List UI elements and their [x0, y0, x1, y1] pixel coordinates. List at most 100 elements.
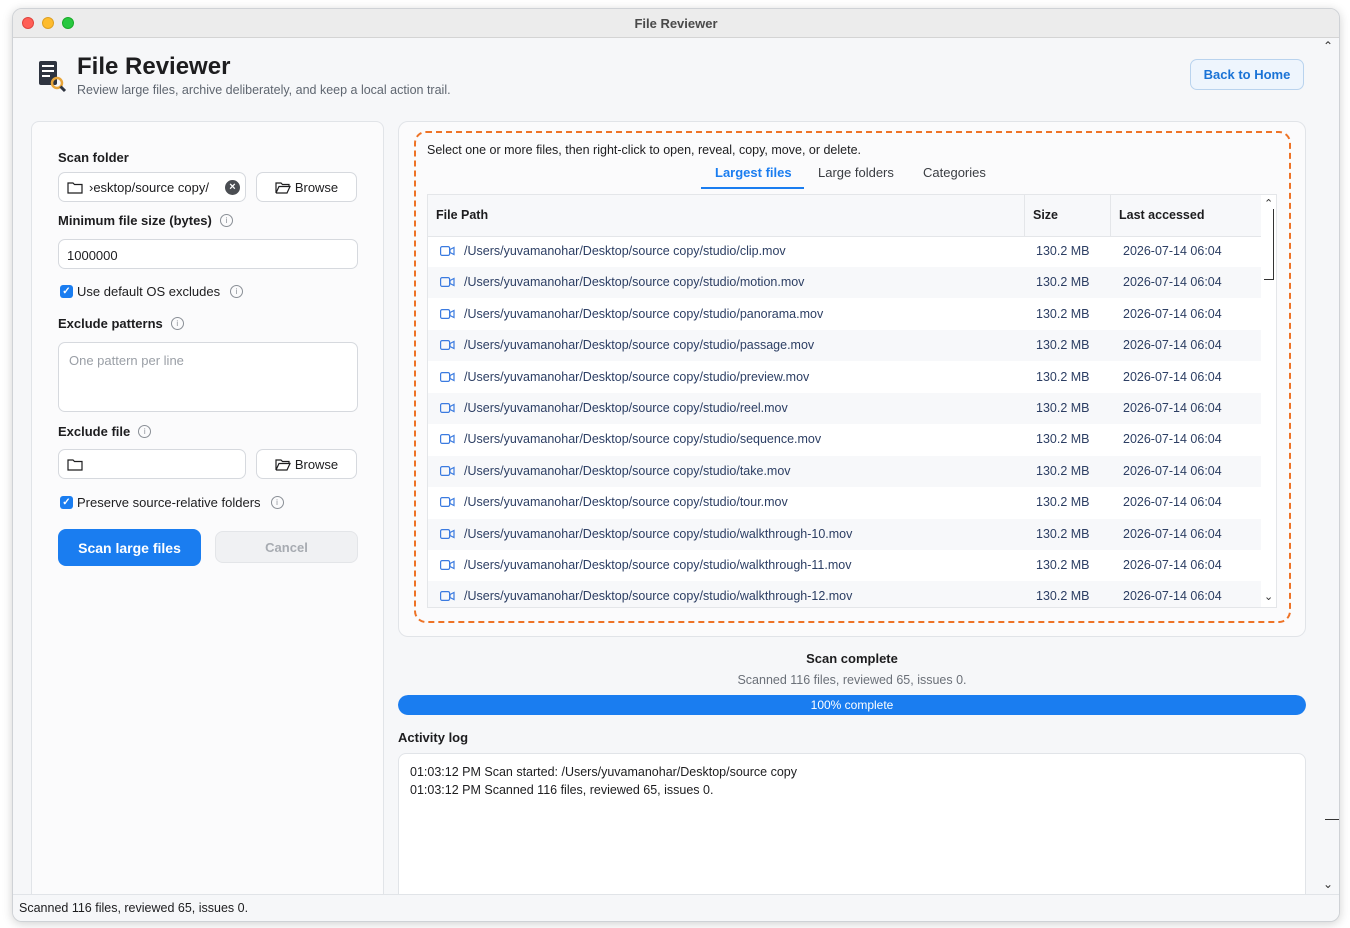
scan-large-files-button[interactable]: Scan large files [58, 529, 201, 566]
scan-folder-field[interactable]: ›esktop/source copy/ × [58, 172, 246, 202]
file-path-cell: /Users/yuvamanohar/Desktop/source copy/s… [464, 432, 822, 447]
table-row[interactable]: /Users/yuvamanohar/Desktop/source copy/s… [428, 393, 1261, 424]
preserve-folders-row[interactable]: ✓ Preserve source-relative folders i [60, 495, 284, 510]
video-icon [440, 371, 455, 382]
column-header-path[interactable]: File Path [436, 208, 488, 222]
window-title: File Reviewer [634, 16, 718, 31]
title-bar: File Reviewer [13, 9, 1339, 38]
table-row[interactable]: /Users/yuvamanohar/Desktop/source copy/s… [428, 550, 1261, 581]
page-scroll-down-arrow[interactable]: ⌄ [1323, 877, 1333, 891]
table-row[interactable]: /Users/yuvamanohar/Desktop/source copy/s… [428, 267, 1261, 299]
exclude-file-label: Exclude file i [58, 424, 152, 439]
file-size-cell: 130.2 MB [1036, 463, 1090, 478]
column-header-accessed[interactable]: Last accessed [1119, 208, 1204, 222]
info-icon[interactable]: i [138, 425, 152, 438]
status-bar-text: Scanned 116 files, reviewed 65, issues 0… [19, 901, 249, 915]
last-accessed-cell: 2026-07-14 06:04 [1123, 432, 1222, 447]
table-row[interactable]: /Users/yuvamanohar/Desktop/source copy/s… [428, 455, 1261, 487]
use-default-excludes-checkbox[interactable]: ✓ [60, 285, 73, 298]
table-row[interactable]: /Users/yuvamanohar/Desktop/source copy/s… [428, 424, 1261, 455]
file-path-cell: /Users/yuvamanohar/Desktop/source copy/s… [464, 275, 805, 290]
video-icon [440, 308, 455, 319]
use-default-excludes-row[interactable]: ✓ Use default OS excludes i [60, 284, 244, 299]
clear-icon[interactable]: × [225, 180, 240, 195]
column-divider[interactable] [1024, 195, 1025, 236]
log-line: 01:03:12 PM Scan started: /Users/yuvaman… [410, 765, 797, 779]
activity-log-label: Activity log [398, 730, 469, 745]
min-size-input[interactable]: 1000000 [58, 239, 358, 269]
min-size-label: Minimum file size (bytes) i [58, 213, 233, 228]
scan-status-detail: Scanned 116 files, reviewed 65, issues 0… [737, 673, 967, 687]
file-size-cell: 130.2 MB [1036, 526, 1090, 541]
table-scrollbar-thumb[interactable] [1273, 209, 1274, 279]
folder-icon [67, 182, 83, 194]
page-scroll-up-arrow[interactable]: ⌃ [1323, 39, 1333, 53]
table-header: File Path Size Last accessed [428, 195, 1261, 237]
last-accessed-cell: 2026-07-14 06:04 [1123, 495, 1222, 510]
last-accessed-cell: 2026-07-14 06:04 [1123, 244, 1222, 258]
file-path-cell: /Users/yuvamanohar/Desktop/source copy/s… [464, 244, 786, 258]
preserve-folders-checkbox[interactable]: ✓ [60, 496, 73, 509]
table-scrollbar-track-end [1264, 279, 1274, 280]
exclude-patterns-textarea[interactable]: One pattern per line [58, 342, 358, 412]
table-row[interactable]: /Users/yuvamanohar/Desktop/source copy/s… [428, 330, 1261, 362]
video-icon [440, 340, 455, 351]
table-row[interactable]: /Users/yuvamanohar/Desktop/source copy/s… [428, 487, 1261, 518]
file-path-cell: /Users/yuvamanohar/Desktop/source copy/s… [464, 526, 853, 541]
info-icon[interactable]: i [270, 496, 284, 509]
info-icon[interactable]: i [230, 285, 244, 298]
results-card: Select one or more files, then right-cli… [398, 121, 1306, 637]
file-size-cell: 130.2 MB [1036, 306, 1090, 321]
log-line: 01:03:12 PM Scanned 116 files, reviewed … [410, 783, 714, 797]
last-accessed-cell: 2026-07-14 06:04 [1123, 463, 1222, 478]
table-row[interactable]: /Users/yuvamanohar/Desktop/source copy/s… [428, 236, 1261, 267]
browse-folder-button[interactable]: Browse [256, 172, 357, 202]
scan-progress-bar: 100% complete [398, 695, 1306, 715]
table-row[interactable]: /Users/yuvamanohar/Desktop/source copy/s… [428, 362, 1261, 393]
table-scroll-up-arrow[interactable]: ⌃ [1264, 197, 1273, 210]
file-size-cell: 130.2 MB [1036, 558, 1090, 572]
info-icon[interactable]: i [170, 317, 184, 330]
page-subtitle: Review large files, archive deliberately… [77, 83, 451, 97]
tab-largest-files[interactable]: Largest files [715, 165, 792, 180]
scan-settings-panel: Scan folder ›esktop/source copy/ × Brows… [31, 121, 384, 921]
file-size-cell: 130.2 MB [1036, 589, 1090, 604]
column-divider[interactable] [1110, 195, 1111, 236]
file-path-cell: /Users/yuvamanohar/Desktop/source copy/s… [464, 306, 824, 321]
last-accessed-cell: 2026-07-14 06:04 [1123, 401, 1222, 415]
table-scroll-down-arrow[interactable]: ⌄ [1264, 590, 1273, 603]
tab-large-folders[interactable]: Large folders [818, 165, 894, 180]
table-row[interactable]: /Users/yuvamanohar/Desktop/source copy/s… [428, 581, 1261, 607]
page-scrollbar-thumb[interactable] [1325, 819, 1339, 820]
last-accessed-cell: 2026-07-14 06:04 [1123, 369, 1222, 384]
table-row[interactable]: /Users/yuvamanohar/Desktop/source copy/s… [428, 299, 1261, 330]
browse-exclude-file-button[interactable]: Browse [256, 449, 357, 479]
tab-categories[interactable]: Categories [923, 165, 986, 180]
cancel-button[interactable]: Cancel [215, 531, 358, 563]
info-icon[interactable]: i [219, 214, 233, 227]
video-icon [440, 277, 455, 288]
file-path-cell: /Users/yuvamanohar/Desktop/source copy/s… [464, 401, 788, 415]
file-size-cell: 130.2 MB [1036, 401, 1090, 415]
last-accessed-cell: 2026-07-14 06:04 [1123, 306, 1222, 321]
last-accessed-cell: 2026-07-14 06:04 [1123, 275, 1222, 290]
file-path-cell: /Users/yuvamanohar/Desktop/source copy/s… [464, 338, 815, 353]
file-size-cell: 130.2 MB [1036, 275, 1090, 290]
scan-folder-label: Scan folder [58, 150, 129, 165]
file-size-cell: 130.2 MB [1036, 369, 1090, 384]
use-default-excludes-label: Use default OS excludes [77, 284, 221, 299]
table-row[interactable]: /Users/yuvamanohar/Desktop/source copy/s… [428, 518, 1261, 550]
files-table: File Path Size Last accessed /Users/yuva… [427, 194, 1277, 608]
last-accessed-cell: 2026-07-14 06:04 [1123, 526, 1222, 541]
back-to-home-button[interactable]: Back to Home [1190, 59, 1304, 90]
page-title: File Reviewer [77, 53, 231, 80]
exclude-patterns-label: Exclude patterns i [58, 316, 184, 331]
progress-label: 100% complete [810, 698, 894, 712]
scan-status-title: Scan complete [806, 651, 898, 666]
last-accessed-cell: 2026-07-14 06:04 [1123, 338, 1222, 353]
exclude-file-field[interactable] [58, 449, 246, 479]
column-header-size[interactable]: Size [1033, 208, 1058, 222]
file-size-cell: 130.2 MB [1036, 495, 1090, 510]
app-logo-icon [39, 61, 67, 93]
video-icon [440, 403, 455, 413]
